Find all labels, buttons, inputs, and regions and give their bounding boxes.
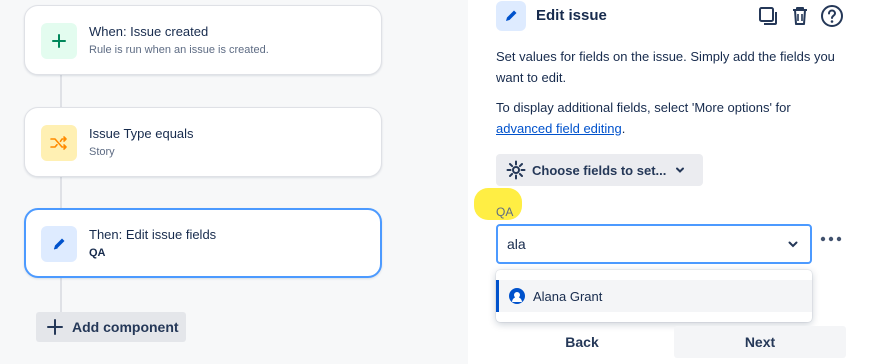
description-prefix: To display additional fields, select 'Mo… [496,100,791,115]
copy-icon[interactable] [756,4,780,28]
advanced-field-editing-link[interactable]: advanced field editing [496,121,622,136]
connector-line [60,278,62,312]
card-subtitle: Story [89,146,115,158]
edit-issue-panel: Edit issue Set values for fields on the … [468,0,872,364]
description-text-2: To display additional fields, select 'Mo… [496,97,846,139]
card-subtitle: QA [89,247,106,259]
add-component-button[interactable]: Add component [36,312,186,342]
card-title: Then: Edit issue fields [89,227,217,242]
user-dropdown-menu: Alana Grant [496,270,812,322]
qa-field-label: QA [496,205,514,219]
connector-line [60,74,62,108]
pencil-icon [496,1,526,31]
trigger-card[interactable]: When: Issue created Rule is run when an … [24,5,382,75]
shuffle-icon [41,125,77,161]
choose-fields-button[interactable]: Choose fields to set... [496,154,703,186]
option-label: Alana Grant [533,288,603,304]
action-card[interactable]: Then: Edit issue fields QA [24,208,382,278]
panel-actions [756,4,844,28]
pencil-icon [41,226,77,262]
card-subtitle: Rule is run when an issue is created. [89,44,269,56]
next-button[interactable]: Next [674,326,846,358]
description-suffix: . [621,121,626,136]
rule-builder-canvas: When: Issue created Rule is run when an … [0,0,468,364]
qa-select-input-value: ala [507,236,526,252]
connector-line [60,176,62,210]
description-text: Set values for fields on the issue. Simp… [496,49,835,85]
gear-icon [506,160,526,180]
condition-card[interactable]: Issue Type equals Story [24,107,382,177]
qa-user-select[interactable]: ala [496,224,812,264]
plus-icon [47,319,63,335]
chevron-down-icon [676,167,685,173]
trash-icon[interactable] [788,4,812,28]
card-title: When: Issue created [89,24,209,39]
dropdown-option[interactable]: Alana Grant [496,280,812,312]
chevron-down-icon [788,241,798,248]
panel-title: Edit issue [536,7,607,24]
choose-fields-label: Choose fields to set... [532,162,667,178]
back-button[interactable]: Back [496,326,668,358]
avatar [509,288,525,304]
more-icon [820,236,842,242]
add-component-label: Add component [72,319,179,335]
more-options-button[interactable] [818,229,844,249]
help-icon[interactable] [820,4,844,28]
plus-icon [41,23,77,59]
card-title: Issue Type equals [89,126,194,141]
